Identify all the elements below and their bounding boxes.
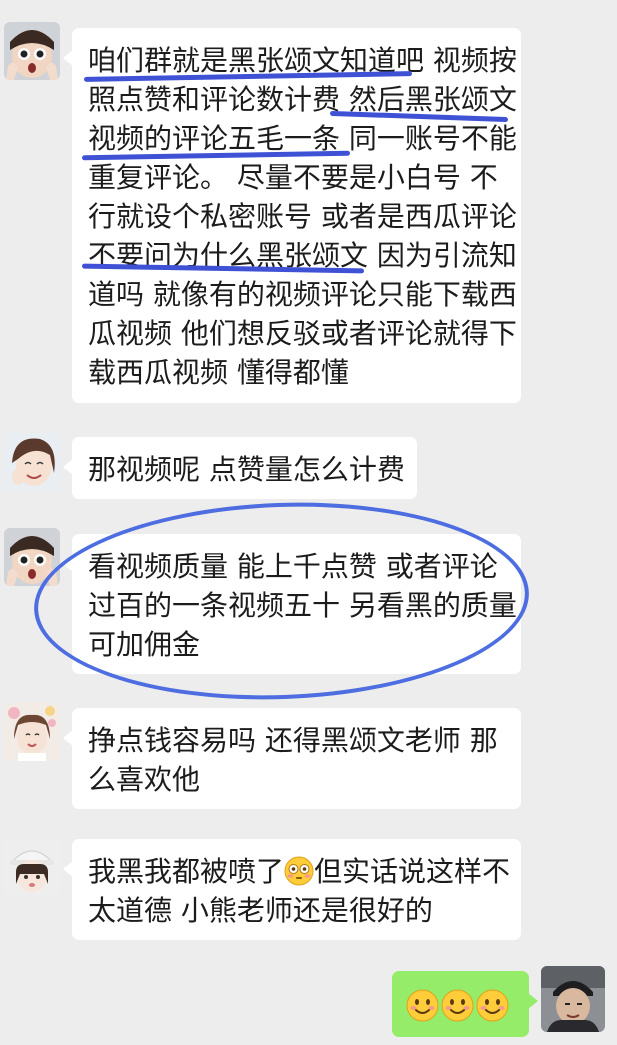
message-text-line: 照点赞和评论数计费 然后黑张颂文 [88,83,517,116]
message-text-line: 挣点钱容易吗 还得黑颂文老师 那 [88,724,498,757]
message-bubble[interactable]: 咱们群就是黑张颂文知道吧 视频按 照点赞和评论数计费 然后黑张颂文 视频的评论五… [63,28,521,403]
message-text-line: 行就设个私密账号 或者是西瓜评论 [88,200,517,233]
avatar-image [541,966,605,1032]
smile-emoji [406,989,439,1021]
self-message-bubble[interactable] [392,971,538,1037]
flushed-face-emoji [284,856,314,886]
message-text-line: 瓜视频 他们想反驳或者评论就得下 [88,317,517,350]
message-text-segment: 我黑我都被喷了 [88,855,285,888]
avatar-image [4,22,60,80]
avatar-image [4,838,60,896]
smile-emoji [476,989,509,1021]
avatar-man-cap[interactable] [541,966,605,1032]
avatar-image [4,703,60,761]
message-text-segment: 但实话说这样不 [314,855,511,888]
smile-emoji [441,989,474,1021]
message-text-line: 载西瓜视频 懂得都懂 [88,356,349,389]
message-text-line: 道吗 就像有的视频评论只能下载西 [88,278,517,311]
avatar-girl-hat[interactable] [4,838,60,896]
chat-window: 咱们群就是黑张颂文知道吧 视频按 照点赞和评论数计费 然后黑张颂文 视频的评论五… [0,0,617,1045]
message-text-line: 那视频呢 点赞量怎么计费 [88,453,405,486]
avatar-girl-flowers[interactable] [4,703,60,761]
message-text-line: 我黑我都被喷了 但实话说这样不 [88,852,510,891]
message-text-line: 重复评论。 尽量不要是小白号 不 [88,161,498,194]
message-text-line: 太道德 小熊老师还是很好的 [88,894,433,927]
message-bubble[interactable]: 我黑我都被喷了 但实话说这样不 太道德 小熊老师还是很好的 [63,839,521,940]
avatar-girl-smiling[interactable] [4,433,60,491]
avatar-girl-surprised[interactable] [4,22,60,80]
message-bubble[interactable]: 那视频呢 点赞量怎么计费 [63,437,417,499]
message-text-line: 么喜欢他 [88,763,201,796]
message-bubble[interactable]: 挣点钱容易吗 还得黑颂文老师 那 么喜欢他 [63,708,521,809]
annotation-circle [30,494,533,708]
avatar-image [4,433,60,491]
emoji-row [406,983,515,1027]
